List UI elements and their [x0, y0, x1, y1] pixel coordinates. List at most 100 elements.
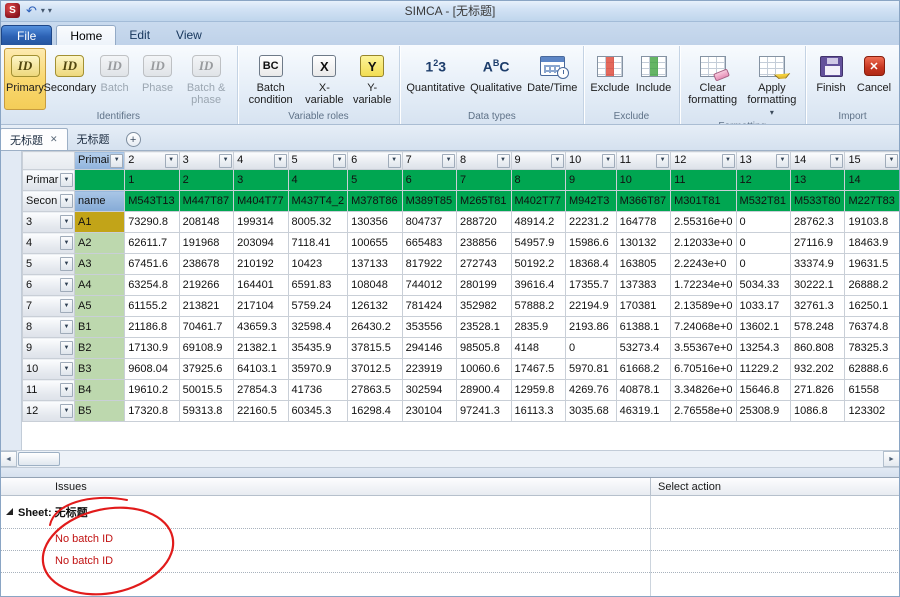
grid-cell[interactable]: 10: [615, 169, 672, 191]
column-header[interactable]: 4 ▼: [233, 151, 289, 170]
grid-cell[interactable]: 199314: [233, 211, 289, 233]
grid-cell[interactable]: 932.202: [789, 358, 846, 380]
grid-cell[interactable]: 280199: [456, 274, 512, 296]
scroll-right-icon[interactable]: ►: [883, 451, 900, 467]
horizontal-scrollbar[interactable]: ◄ ►: [0, 450, 900, 467]
grid-cell[interactable]: 2.76558e+0: [670, 400, 737, 422]
grid-cell[interactable]: 108048: [347, 274, 403, 296]
primary-button[interactable]: ID Primary: [4, 48, 46, 110]
tab-file[interactable]: File: [1, 25, 53, 45]
grid-cell[interactable]: 4269.76: [564, 379, 617, 401]
row-dropdown-icon[interactable]: ▼: [60, 362, 74, 376]
grid-cell[interactable]: M265T81: [456, 190, 512, 212]
grid-cell[interactable]: 14: [844, 169, 900, 191]
grid-cell[interactable]: 10423: [287, 253, 349, 275]
grid-corner-cell[interactable]: [21, 151, 76, 170]
column-dropdown-icon[interactable]: ▼: [387, 153, 401, 168]
grid-cell[interactable]: 1086.8: [789, 400, 846, 422]
grid-cell[interactable]: 19610.2: [124, 379, 180, 401]
row-label-cell[interactable]: A5: [74, 295, 126, 317]
grid-cell[interactable]: 18368.4: [564, 253, 617, 275]
grid-cell[interactable]: 61155.2: [124, 295, 180, 317]
grid-cell[interactable]: 352982: [456, 295, 512, 317]
grid-cell[interactable]: 6591.83: [287, 274, 349, 296]
grid-cell[interactable]: 54957.9: [510, 232, 566, 254]
grid-cell[interactable]: 163805: [615, 253, 672, 275]
grid-cell[interactable]: 39616.4: [510, 274, 566, 296]
column-header[interactable]: 10 ▼: [564, 151, 617, 170]
grid-cell[interactable]: 12: [735, 169, 791, 191]
grid-cell[interactable]: 18463.9: [844, 232, 900, 254]
grid-cell[interactable]: 1: [124, 169, 180, 191]
grid-cell[interactable]: 7.24068e+0: [670, 316, 737, 338]
grid-cell[interactable]: 817922: [401, 253, 458, 275]
grid-cell[interactable]: 15646.8: [735, 379, 791, 401]
row-label-cell[interactable]: B4: [74, 379, 126, 401]
grid-cell[interactable]: 62611.7: [124, 232, 180, 254]
undo-icon[interactable]: ↶: [25, 3, 38, 18]
column-dropdown-icon[interactable]: ▼: [442, 153, 456, 168]
grid-cell[interactable]: 48914.2: [510, 211, 566, 233]
grid-cell[interactable]: 59313.8: [178, 400, 235, 422]
column-dropdown-icon[interactable]: ▼: [550, 153, 564, 168]
grid-cell[interactable]: 2.2243e+0: [670, 253, 737, 275]
grid-cell[interactable]: 53273.4: [615, 337, 672, 359]
apply-formatting-button[interactable]: Apply formatting ▾: [743, 48, 801, 120]
grid-cell[interactable]: 860.808: [789, 337, 846, 359]
grid-cell[interactable]: 164401: [233, 274, 289, 296]
grid-cell[interactable]: 578.248: [789, 316, 846, 338]
column-dropdown-icon[interactable]: ▼: [496, 153, 510, 168]
grid-cell[interactable]: 32761.3: [789, 295, 846, 317]
grid-cell[interactable]: M543T13: [124, 190, 180, 212]
grid-cell[interactable]: 23528.1: [456, 316, 512, 338]
column-dropdown-icon[interactable]: ▼: [601, 153, 615, 168]
grid-cell[interactable]: 26888.2: [844, 274, 900, 296]
app-icon[interactable]: S: [5, 3, 20, 18]
row-header[interactable]: 9 ▼: [21, 337, 76, 359]
grid-cell[interactable]: 76374.8: [844, 316, 900, 338]
row-header[interactable]: 3 ▼: [21, 211, 76, 233]
scrollbar-thumb[interactable]: [18, 452, 60, 466]
grid-cell[interactable]: 33374.9: [789, 253, 846, 275]
row-dropdown-icon[interactable]: ▼: [60, 215, 74, 229]
quantitative-button[interactable]: 123 Quantitative: [404, 48, 467, 110]
issue-row[interactable]: No batch ID: [0, 529, 900, 551]
tab-view[interactable]: View: [163, 25, 215, 45]
sheet-tab[interactable]: 无标题 ✕: [0, 128, 68, 150]
grid-cell[interactable]: M447T87: [178, 190, 235, 212]
grid-cell[interactable]: 6.70516e+0: [670, 358, 737, 380]
row-label-cell[interactable]: A3: [74, 253, 126, 275]
grid-cell[interactable]: 22160.5: [233, 400, 289, 422]
grid-cell[interactable]: 41736: [287, 379, 349, 401]
row-dropdown-icon[interactable]: ▼: [60, 320, 74, 334]
column-dropdown-icon[interactable]: ▼: [333, 153, 347, 168]
row-dropdown-icon[interactable]: ▼: [60, 341, 74, 355]
grid-cell[interactable]: 12959.8: [510, 379, 566, 401]
column-header[interactable]: 7 ▼: [401, 151, 458, 170]
grid-cell[interactable]: 238856: [456, 232, 512, 254]
grid-cell[interactable]: 4: [287, 169, 349, 191]
grid-cell[interactable]: 238678: [178, 253, 235, 275]
grid-cell[interactable]: 17130.9: [124, 337, 180, 359]
qualitative-button[interactable]: ABC Qualitative: [468, 48, 524, 110]
grid-cell[interactable]: 130132: [615, 232, 672, 254]
row-label-cell[interactable]: A2: [74, 232, 126, 254]
grid-cell[interactable]: M378T86: [347, 190, 403, 212]
grid-cell[interactable]: 302594: [401, 379, 458, 401]
row-dropdown-icon[interactable]: ▼: [60, 383, 74, 397]
row-header[interactable]: 7 ▼: [21, 295, 76, 317]
grid-cell[interactable]: M301T81: [670, 190, 737, 212]
row-dropdown-icon[interactable]: ▼: [60, 299, 74, 313]
pane-splitter[interactable]: [0, 467, 900, 477]
row-label-cell[interactable]: B1: [74, 316, 126, 338]
add-sheet-button[interactable]: +: [125, 132, 141, 147]
grid-cell[interactable]: 61558: [844, 379, 900, 401]
grid-cell[interactable]: 170381: [615, 295, 672, 317]
include-button[interactable]: Include: [633, 48, 675, 110]
sheet-group-header[interactable]: Sheet: 无标题: [0, 496, 900, 529]
grid-cell[interactable]: 0: [735, 211, 791, 233]
grid-cell[interactable]: 744012: [401, 274, 458, 296]
grid-cell[interactable]: 61668.2: [615, 358, 672, 380]
finish-button[interactable]: Finish: [810, 48, 852, 110]
grid-cell[interactable]: 126132: [347, 295, 403, 317]
